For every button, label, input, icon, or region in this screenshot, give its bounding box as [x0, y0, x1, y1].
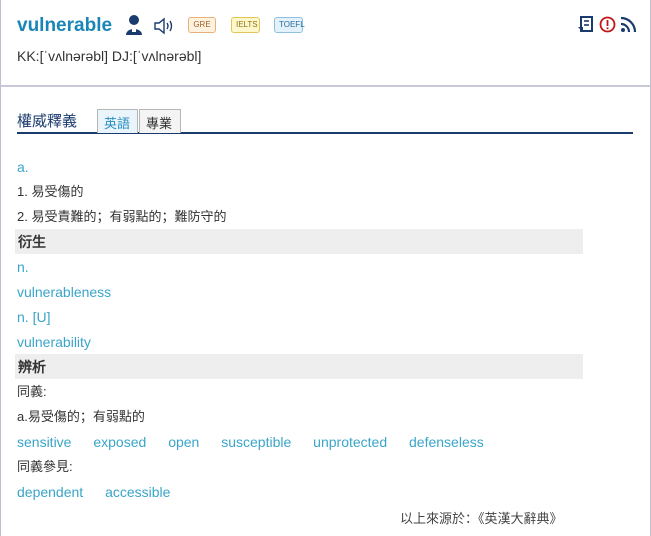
headword: vulnerable [17, 15, 113, 36]
analysis-heading: 辨析 [15, 354, 583, 379]
derivation-pos-2[interactable]: n. [U] [17, 307, 50, 327]
synonym-link[interactable]: open [168, 434, 199, 450]
derivation-word-1[interactable]: vulnerableness [17, 282, 111, 302]
derivation-word-2[interactable]: vulnerability [17, 332, 91, 352]
see-also-link[interactable]: accessible [105, 484, 170, 500]
tabs-title: 權威釋義 [17, 113, 78, 130]
synonym-link[interactable]: susceptible [221, 434, 291, 450]
report-error-icon[interactable] [599, 16, 616, 33]
derivation-heading: 衍生 [15, 229, 583, 254]
tab-professional[interactable]: 專業 [139, 109, 181, 133]
pronunciation: KK:[ˈvʌlnərəbl] DJ:[ˈvʌlnərəbl] [17, 48, 202, 64]
synonym-link[interactable]: defenseless [409, 434, 484, 450]
toefl-badge: TOEFL [274, 17, 305, 33]
see-also-list: dependent accessible [17, 482, 188, 502]
gre-badge: GRE [188, 17, 216, 33]
derivation-pos-1[interactable]: n. [17, 257, 29, 277]
part-of-speech[interactable]: a. [17, 157, 29, 177]
ielts-badge: IELTS [231, 17, 260, 33]
synonym-sense: a.易受傷的；有弱點的 [17, 409, 145, 424]
synonym-link[interactable]: exposed [93, 434, 146, 450]
see-also-label: 同義參見: [17, 459, 73, 474]
definition-tabs: 權威釋義 英語 專業 [17, 108, 633, 134]
tab-english[interactable]: 英語 [97, 109, 138, 133]
synonym-list: sensitive exposed open susceptible unpro… [17, 432, 502, 452]
synonym-label: 同義: [17, 384, 47, 399]
synonym-link[interactable]: sensitive [17, 434, 71, 450]
entry-header: vulnerable GRE IELTS TOEFL KK:[ˈvʌlnərəb… [0, 0, 651, 87]
user-icon[interactable] [124, 14, 144, 36]
speaker-icon[interactable] [153, 17, 175, 35]
rss-icon[interactable] [620, 16, 637, 33]
save-note-icon[interactable] [578, 16, 595, 33]
synonym-link[interactable]: unprotected [313, 434, 387, 450]
see-also-link[interactable]: dependent [17, 484, 83, 500]
sense-1: 1. 易受傷的 [17, 184, 84, 199]
sense-2: 2. 易受責難的；有弱點的；難防守的 [17, 209, 227, 224]
source-attribution: 以上來源於：《英漢大辭典》 [400, 511, 563, 526]
